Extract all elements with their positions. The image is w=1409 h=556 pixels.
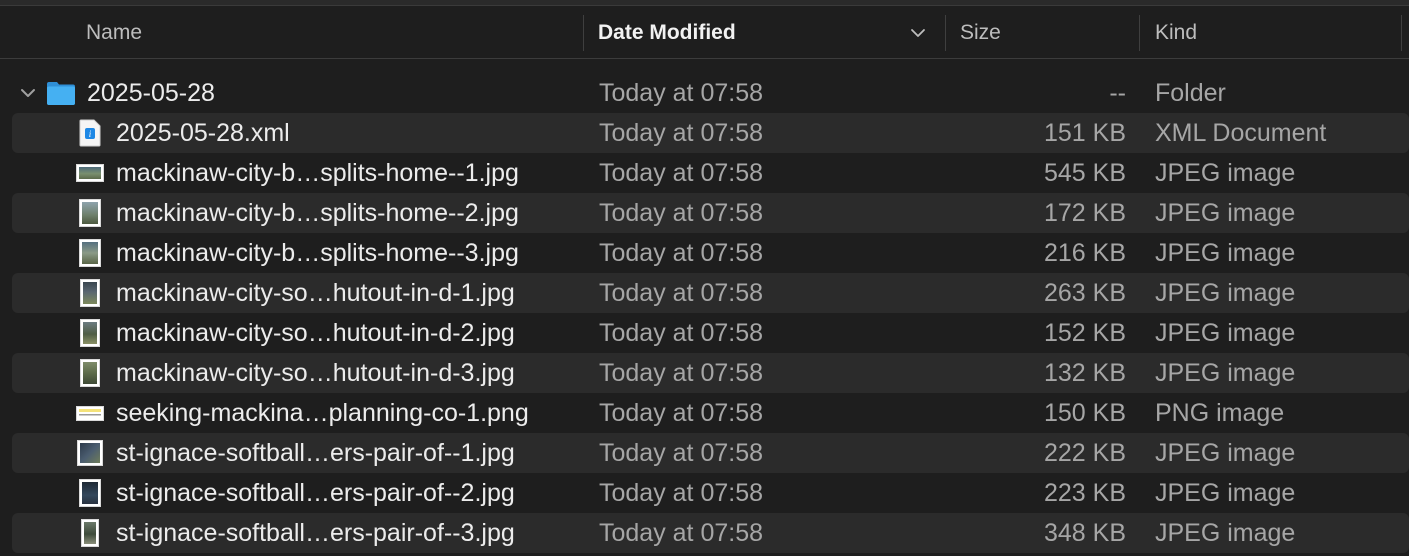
date-modified-cell: Today at 07:58 bbox=[599, 118, 764, 147]
date-modified-cell: Today at 07:58 bbox=[599, 278, 764, 307]
size-cell: 150 KB bbox=[1043, 398, 1126, 427]
date-modified-cell: Today at 07:58 bbox=[599, 78, 764, 107]
file-row[interactable]: st-ignace-softball…ers-pair-of--1.jpg To… bbox=[0, 433, 1409, 473]
date-modified-cell: Today at 07:58 bbox=[599, 518, 764, 547]
folder-row[interactable]: 2025-05-28 Today at 07:58 -- Folder bbox=[0, 73, 1409, 113]
date-modified-cell: Today at 07:58 bbox=[599, 198, 764, 227]
size-cell: 222 KB bbox=[1043, 438, 1126, 467]
date-modified-cell: Today at 07:58 bbox=[599, 318, 764, 347]
size-cell: 263 KB bbox=[1043, 278, 1126, 307]
file-name: mackinaw-city-b…splits-home--3.jpg bbox=[116, 238, 519, 267]
file-name: st-ignace-softball…ers-pair-of--3.jpg bbox=[116, 518, 515, 547]
jpeg-thumbnail-icon bbox=[79, 199, 101, 227]
file-row[interactable]: mackinaw-city-so…hutout-in-d-1.jpg Today… bbox=[0, 273, 1409, 313]
date-modified-cell: Today at 07:58 bbox=[599, 238, 764, 267]
column-header-date-modified[interactable]: Date Modified bbox=[598, 7, 736, 59]
file-name: mackinaw-city-so…hutout-in-d-2.jpg bbox=[116, 318, 515, 347]
date-modified-cell: Today at 07:58 bbox=[599, 438, 764, 467]
file-row[interactable]: mackinaw-city-b…splits-home--2.jpg Today… bbox=[0, 193, 1409, 233]
kind-cell: JPEG image bbox=[1155, 198, 1296, 227]
size-cell: 172 KB bbox=[1043, 198, 1126, 227]
file-row[interactable]: mackinaw-city-so…hutout-in-d-2.jpg Today… bbox=[0, 313, 1409, 353]
kind-cell: JPEG image bbox=[1155, 438, 1296, 467]
file-name: mackinaw-city-so…hutout-in-d-1.jpg bbox=[116, 278, 515, 307]
kind-cell: JPEG image bbox=[1155, 518, 1296, 547]
file-name: st-ignace-softball…ers-pair-of--1.jpg bbox=[116, 438, 515, 467]
jpeg-thumbnail-icon bbox=[80, 319, 100, 347]
column-divider[interactable] bbox=[945, 15, 946, 51]
kind-cell: XML Document bbox=[1155, 118, 1327, 147]
kind-cell: JPEG image bbox=[1155, 238, 1296, 267]
jpeg-thumbnail-icon bbox=[79, 239, 101, 267]
size-cell: -- bbox=[1109, 78, 1126, 107]
file-row[interactable]: i 2025-05-28.xml Today at 07:58 151 KB X… bbox=[0, 113, 1409, 153]
column-divider[interactable] bbox=[1401, 15, 1402, 51]
kind-cell: Folder bbox=[1155, 78, 1226, 107]
file-row[interactable]: mackinaw-city-b…splits-home--3.jpg Today… bbox=[0, 233, 1409, 273]
size-cell: 216 KB bbox=[1043, 238, 1126, 267]
file-row[interactable]: seeking-mackina…planning-co-1.png Today … bbox=[0, 393, 1409, 433]
jpeg-thumbnail-icon bbox=[76, 164, 104, 182]
chevron-down-icon[interactable] bbox=[910, 25, 926, 41]
kind-cell: JPEG image bbox=[1155, 158, 1296, 187]
file-list: 2025-05-28 Today at 07:58 -- Folder i 20… bbox=[0, 73, 1409, 553]
date-modified-cell: Today at 07:58 bbox=[599, 158, 764, 187]
toolbar-edge bbox=[0, 0, 1409, 6]
file-row[interactable]: st-ignace-softball…ers-pair-of--2.jpg To… bbox=[0, 473, 1409, 513]
file-row[interactable]: mackinaw-city-b…splits-home--1.jpg Today… bbox=[0, 153, 1409, 193]
column-header-size[interactable]: Size bbox=[960, 7, 1001, 59]
file-name: st-ignace-softball…ers-pair-of--2.jpg bbox=[116, 478, 515, 507]
size-cell: 545 KB bbox=[1043, 158, 1126, 187]
kind-cell: JPEG image bbox=[1155, 318, 1296, 347]
file-name: mackinaw-city-b…splits-home--1.jpg bbox=[116, 158, 519, 187]
size-cell: 223 KB bbox=[1043, 478, 1126, 507]
kind-cell: JPEG image bbox=[1155, 358, 1296, 387]
column-header-name[interactable]: Name bbox=[86, 7, 142, 59]
file-name: seeking-mackina…planning-co-1.png bbox=[116, 398, 529, 427]
folder-icon bbox=[47, 82, 75, 105]
finder-list-view: Name Date Modified Size Kind 2025-05-28 … bbox=[0, 0, 1409, 556]
file-name: 2025-05-28.xml bbox=[116, 118, 290, 147]
jpeg-thumbnail-icon bbox=[79, 479, 101, 507]
kind-cell: JPEG image bbox=[1155, 278, 1296, 307]
jpeg-thumbnail-icon bbox=[80, 279, 100, 307]
folder-name: 2025-05-28 bbox=[87, 78, 215, 107]
date-modified-cell: Today at 07:58 bbox=[599, 478, 764, 507]
date-modified-cell: Today at 07:58 bbox=[599, 398, 764, 427]
disclosure-chevron-down-icon[interactable] bbox=[19, 84, 37, 102]
size-cell: 348 KB bbox=[1043, 518, 1126, 547]
date-modified-cell: Today at 07:58 bbox=[599, 358, 764, 387]
file-row[interactable]: mackinaw-city-so…hutout-in-d-3.jpg Today… bbox=[0, 353, 1409, 393]
size-cell: 132 KB bbox=[1043, 358, 1126, 387]
column-divider[interactable] bbox=[1139, 15, 1140, 51]
jpeg-thumbnail-icon bbox=[81, 519, 99, 547]
size-cell: 152 KB bbox=[1043, 318, 1126, 347]
file-name: mackinaw-city-so…hutout-in-d-3.jpg bbox=[116, 358, 515, 387]
png-thumbnail-icon bbox=[76, 406, 104, 421]
column-divider[interactable] bbox=[583, 15, 584, 51]
file-name: mackinaw-city-b…splits-home--2.jpg bbox=[116, 198, 519, 227]
size-cell: 151 KB bbox=[1043, 118, 1126, 147]
column-header-bar: Name Date Modified Size Kind bbox=[0, 7, 1409, 59]
jpeg-thumbnail-icon bbox=[77, 440, 103, 466]
file-row[interactable]: st-ignace-softball…ers-pair-of--3.jpg To… bbox=[0, 513, 1409, 553]
kind-cell: PNG image bbox=[1155, 398, 1285, 427]
jpeg-thumbnail-icon bbox=[80, 359, 100, 387]
column-header-kind[interactable]: Kind bbox=[1155, 7, 1197, 59]
kind-cell: JPEG image bbox=[1155, 478, 1296, 507]
xml-file-icon: i bbox=[79, 119, 101, 147]
